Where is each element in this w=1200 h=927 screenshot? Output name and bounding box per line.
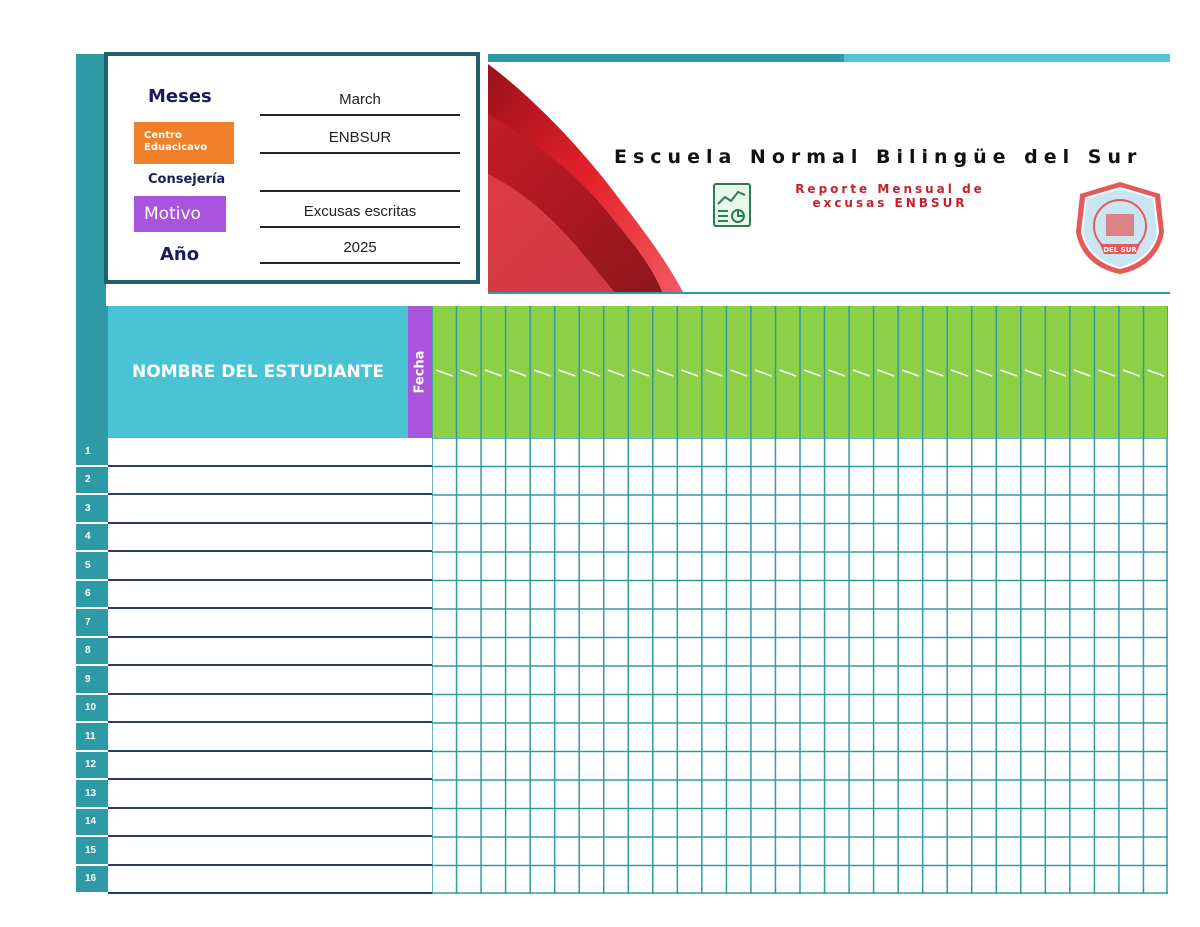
student-name-cell[interactable] <box>108 438 432 467</box>
date-slash-placeholder <box>705 369 723 377</box>
seal-text: DEL SUR <box>1103 246 1137 254</box>
student-name-cell[interactable] <box>108 866 432 894</box>
student-name-cell[interactable] <box>108 666 432 695</box>
date-slash-placeholder <box>1073 369 1091 377</box>
report-title-line2: excusas ENBSUR <box>812 196 968 210</box>
attendance-grid[interactable] <box>432 438 1168 894</box>
student-name-cell[interactable] <box>108 695 432 723</box>
report-info-box: Meses Centro Eduacicavo Consejería Motiv… <box>104 52 480 284</box>
row-number: 4 <box>76 523 108 551</box>
row-number: 16 <box>76 865 108 893</box>
row-number: 8 <box>76 637 108 665</box>
row-number: 2 <box>76 466 108 494</box>
consejeria-label: Consejería <box>148 172 226 187</box>
date-slash-placeholder <box>1000 369 1018 377</box>
report-title-line1: Reporte Mensual de <box>795 182 985 196</box>
date-slash-placeholder <box>779 369 797 377</box>
school-seal-icon: DEL SUR <box>1076 182 1164 274</box>
banner-top-bar-accent <box>844 54 1170 62</box>
row-number: 15 <box>76 837 108 865</box>
attendance-grid-lines <box>432 438 1168 894</box>
left-accent-band <box>76 54 106 308</box>
row-number: 5 <box>76 552 108 580</box>
chart-report-icon <box>713 183 751 227</box>
consejeria-field[interactable] <box>260 166 460 192</box>
date-slash-placeholder <box>656 369 674 377</box>
date-slash-placeholder <box>926 369 944 377</box>
date-columns-header-lines <box>432 306 1168 438</box>
student-name-cell[interactable] <box>108 495 432 524</box>
report-banner: Escuela Normal Bilingüe del Sur Reporte … <box>488 54 1170 294</box>
motivo-label: Motivo <box>134 196 226 232</box>
student-name-cell[interactable] <box>108 752 432 780</box>
row-number: 11 <box>76 723 108 751</box>
date-slash-placeholder <box>632 369 650 377</box>
date-slash-placeholder <box>852 369 870 377</box>
row-number: 9 <box>76 666 108 694</box>
student-name-cell[interactable] <box>108 809 432 837</box>
row-number: 14 <box>76 808 108 836</box>
red-wave-decoration <box>488 64 684 294</box>
student-name-cell[interactable] <box>108 723 432 752</box>
date-slash-placeholder <box>877 369 895 377</box>
motivo-field[interactable]: Excusas escritas <box>260 202 460 228</box>
date-slash-placeholder <box>558 369 576 377</box>
banner-bottom-bar <box>488 292 1170 294</box>
meses-field[interactable]: March <box>260 90 460 116</box>
row-number: 3 <box>76 495 108 523</box>
date-slash-placeholder <box>803 369 821 377</box>
student-name-cell[interactable] <box>108 609 432 638</box>
date-slash-placeholder <box>484 369 502 377</box>
fecha-header-label: Fecha <box>412 350 428 394</box>
date-slash-placeholder <box>1098 369 1116 377</box>
date-slash-placeholder <box>754 369 772 377</box>
date-slash-placeholder <box>533 369 551 377</box>
date-slash-placeholder <box>730 369 748 377</box>
date-slash-placeholder <box>681 369 699 377</box>
date-slash-placeholder <box>1024 369 1042 377</box>
date-slash-placeholder <box>509 369 527 377</box>
row-number: 10 <box>76 694 108 722</box>
date-slash-placeholder <box>1147 369 1165 377</box>
student-name-cell[interactable] <box>108 780 432 809</box>
fecha-header: Fecha <box>408 306 432 438</box>
date-slash-placeholder <box>460 369 478 377</box>
row-number: 1 <box>76 438 108 466</box>
student-name-cell[interactable] <box>108 837 432 866</box>
row-number: 6 <box>76 580 108 608</box>
report-title: Reporte Mensual de excusas ENBSUR <box>770 182 1010 210</box>
row-number-header <box>76 306 108 438</box>
row-number: 12 <box>76 751 108 779</box>
student-name-cell[interactable] <box>108 467 432 495</box>
date-slash-placeholder <box>828 369 846 377</box>
date-slash-placeholder <box>975 369 993 377</box>
meses-label: Meses <box>148 86 212 107</box>
ano-field[interactable]: 2025 <box>260 238 460 264</box>
student-name-cell[interactable] <box>108 552 432 581</box>
centro-educativo-label: Centro Eduacicavo <box>134 122 234 164</box>
ano-label: Año <box>160 244 200 265</box>
row-number: 7 <box>76 609 108 637</box>
student-name-header: NOMBRE DEL ESTUDIANTE <box>108 306 408 438</box>
date-slash-placeholder <box>582 369 600 377</box>
student-name-cell[interactable] <box>108 638 432 666</box>
date-slash-placeholder <box>1049 369 1067 377</box>
date-slash-placeholder <box>901 369 919 377</box>
date-slash-placeholder <box>435 369 453 377</box>
date-columns-header <box>432 306 1168 438</box>
centro-educativo-field[interactable]: ENBSUR <box>260 128 460 154</box>
date-slash-placeholder <box>607 369 625 377</box>
row-number: 13 <box>76 780 108 808</box>
school-name: Escuela Normal Bilingüe del Sur <box>614 146 1143 168</box>
student-name-cell[interactable] <box>108 524 432 552</box>
date-slash-placeholder <box>950 369 968 377</box>
date-slash-placeholder <box>1122 369 1140 377</box>
student-name-cell[interactable] <box>108 581 432 609</box>
